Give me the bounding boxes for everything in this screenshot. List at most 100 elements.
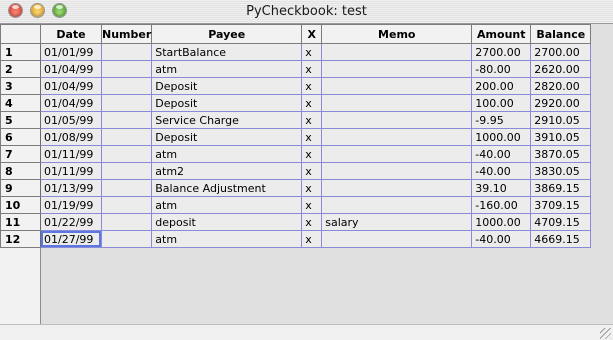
column-header-date[interactable]: Date bbox=[40, 24, 102, 44]
balance-cell[interactable]: 3910.05 bbox=[530, 128, 592, 146]
memo-cell[interactable] bbox=[321, 162, 473, 180]
cleared-cell[interactable]: x bbox=[301, 196, 323, 214]
number-cell[interactable] bbox=[100, 196, 153, 214]
amount-cell[interactable]: -80.00 bbox=[471, 60, 532, 78]
table-row[interactable]: 3 01/04/99 Deposit x 200.00 2820.00 bbox=[0, 77, 592, 95]
payee-cell[interactable]: atm bbox=[151, 196, 303, 214]
row-number-cell[interactable]: 8 bbox=[0, 162, 41, 180]
column-header-memo[interactable]: Memo bbox=[321, 24, 473, 44]
row-number-cell[interactable]: 4 bbox=[0, 94, 41, 112]
memo-cell[interactable] bbox=[321, 77, 473, 95]
title-bar[interactable]: PyCheckbook: test bbox=[0, 0, 613, 24]
row-number-cell[interactable]: 6 bbox=[0, 128, 41, 146]
memo-cell[interactable] bbox=[321, 230, 473, 248]
amount-cell[interactable]: 100.00 bbox=[471, 94, 532, 112]
number-cell[interactable] bbox=[100, 179, 153, 197]
row-number-cell[interactable]: 11 bbox=[0, 213, 41, 231]
table-row[interactable]: 5 01/05/99 Service Charge x -9.95 2910.05 bbox=[0, 111, 592, 129]
amount-cell[interactable]: -40.00 bbox=[471, 145, 532, 163]
payee-cell[interactable]: atm bbox=[151, 60, 303, 78]
row-number-cell[interactable]: 5 bbox=[0, 111, 41, 129]
row-number-cell[interactable]: 3 bbox=[0, 77, 41, 95]
number-cell[interactable] bbox=[100, 77, 153, 95]
row-number-cell[interactable]: 10 bbox=[0, 196, 41, 214]
payee-cell[interactable]: Deposit bbox=[151, 94, 303, 112]
amount-cell[interactable]: 39.10 bbox=[471, 179, 532, 197]
column-header-payee[interactable]: Payee bbox=[151, 24, 303, 44]
cleared-cell[interactable]: x bbox=[301, 128, 323, 146]
date-cell[interactable]: 01/01/99 bbox=[40, 43, 102, 61]
table-row[interactable]: 9 01/13/99 Balance Adjustment x 39.10 3869.15 bbox=[0, 179, 592, 197]
table-row[interactable]: 11 01/22/99 deposit x salary 1000.00 4709.15 bbox=[0, 213, 592, 231]
memo-cell[interactable] bbox=[321, 179, 473, 197]
balance-cell[interactable]: 2700.00 bbox=[530, 43, 592, 61]
memo-cell[interactable]: salary bbox=[321, 213, 473, 231]
balance-cell[interactable]: 2620.00 bbox=[530, 60, 592, 78]
balance-cell[interactable]: 4669.15 bbox=[530, 230, 592, 248]
row-number-cell[interactable]: 7 bbox=[0, 145, 41, 163]
cleared-cell[interactable]: x bbox=[301, 94, 323, 112]
memo-cell[interactable] bbox=[321, 196, 473, 214]
row-number-cell[interactable]: 9 bbox=[0, 179, 41, 197]
payee-cell[interactable]: Service Charge bbox=[151, 111, 303, 129]
balance-cell[interactable]: 2910.05 bbox=[530, 111, 592, 129]
payee-cell[interactable]: Deposit bbox=[151, 128, 303, 146]
row-number-cell[interactable]: 12 bbox=[0, 230, 41, 248]
date-cell[interactable]: 01/22/99 bbox=[40, 213, 102, 231]
payee-cell[interactable]: atm bbox=[151, 145, 303, 163]
payee-cell[interactable]: Deposit bbox=[151, 77, 303, 95]
date-cell[interactable]: 01/04/99 bbox=[40, 94, 102, 112]
memo-cell[interactable] bbox=[321, 111, 473, 129]
table-row[interactable]: 4 01/04/99 Deposit x 100.00 2920.00 bbox=[0, 94, 592, 112]
payee-cell[interactable]: Balance Adjustment bbox=[151, 179, 303, 197]
row-number-cell[interactable]: 1 bbox=[0, 43, 41, 61]
memo-cell[interactable] bbox=[321, 128, 473, 146]
column-header-balance[interactable]: Balance bbox=[530, 24, 592, 44]
amount-cell[interactable]: 1000.00 bbox=[471, 213, 532, 231]
balance-cell[interactable]: 2920.00 bbox=[530, 94, 592, 112]
amount-cell[interactable]: -9.95 bbox=[471, 111, 532, 129]
balance-cell[interactable]: 3869.15 bbox=[530, 179, 592, 197]
column-header-amount[interactable]: Amount bbox=[471, 24, 532, 44]
amount-cell[interactable]: 200.00 bbox=[471, 77, 532, 95]
column-header-number[interactable]: Number bbox=[100, 24, 153, 44]
number-cell[interactable] bbox=[100, 145, 153, 163]
amount-cell[interactable]: 2700.00 bbox=[471, 43, 532, 61]
table-row[interactable]: 10 01/19/99 atm x -160.00 3709.15 bbox=[0, 196, 592, 214]
date-cell[interactable]: 01/11/99 bbox=[40, 145, 102, 163]
amount-cell[interactable]: 1000.00 bbox=[471, 128, 532, 146]
balance-cell[interactable]: 3870.05 bbox=[530, 145, 592, 163]
payee-cell[interactable]: atm bbox=[151, 230, 303, 248]
number-cell[interactable] bbox=[100, 111, 153, 129]
number-cell[interactable] bbox=[100, 162, 153, 180]
table-row[interactable]: 12 01/27/99 atm x -40.00 4669.15 bbox=[0, 230, 592, 248]
cleared-cell[interactable]: x bbox=[301, 111, 323, 129]
number-cell[interactable] bbox=[100, 230, 153, 248]
date-cell[interactable]: 01/05/99 bbox=[40, 111, 102, 129]
cleared-cell[interactable]: x bbox=[301, 162, 323, 180]
date-cell[interactable]: 01/13/99 bbox=[40, 179, 102, 197]
date-cell[interactable]: 01/08/99 bbox=[40, 128, 102, 146]
date-cell[interactable]: 01/27/99 bbox=[40, 230, 102, 248]
date-cell[interactable]: 01/19/99 bbox=[40, 196, 102, 214]
balance-cell[interactable]: 3830.05 bbox=[530, 162, 592, 180]
payee-cell[interactable]: StartBalance bbox=[151, 43, 303, 61]
column-header-x[interactable]: X bbox=[301, 24, 323, 44]
table-row[interactable]: 7 01/11/99 atm x -40.00 3870.05 bbox=[0, 145, 592, 163]
cleared-cell[interactable]: x bbox=[301, 145, 323, 163]
balance-cell[interactable]: 2820.00 bbox=[530, 77, 592, 95]
number-cell[interactable] bbox=[100, 128, 153, 146]
cleared-cell[interactable]: x bbox=[301, 77, 323, 95]
horizontal-scrollbar[interactable] bbox=[0, 324, 613, 340]
memo-cell[interactable] bbox=[321, 60, 473, 78]
payee-cell[interactable]: atm2 bbox=[151, 162, 303, 180]
cleared-cell[interactable]: x bbox=[301, 43, 323, 61]
memo-cell[interactable] bbox=[321, 43, 473, 61]
table-row[interactable]: 2 01/04/99 atm x -80.00 2620.00 bbox=[0, 60, 592, 78]
balance-cell[interactable]: 3709.15 bbox=[530, 196, 592, 214]
number-cell[interactable] bbox=[100, 213, 153, 231]
amount-cell[interactable]: -40.00 bbox=[471, 162, 532, 180]
table-row[interactable]: 6 01/08/99 Deposit x 1000.00 3910.05 bbox=[0, 128, 592, 146]
cleared-cell[interactable]: x bbox=[301, 60, 323, 78]
number-cell[interactable] bbox=[100, 60, 153, 78]
